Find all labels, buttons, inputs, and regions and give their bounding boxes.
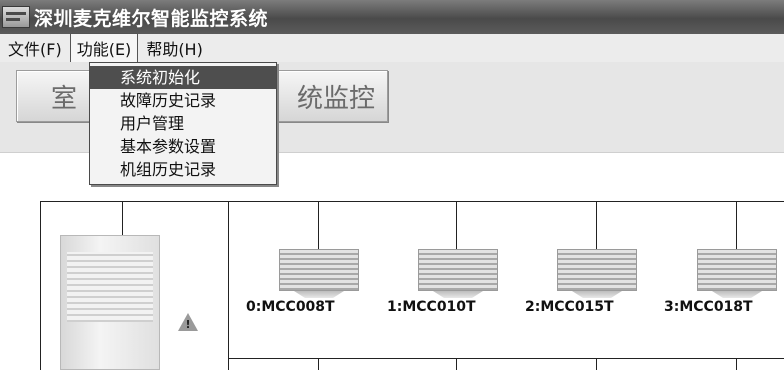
branch-line [228,201,229,370]
fan-coil-icon-3[interactable] [697,249,777,291]
fan-drop-3 [736,358,737,370]
unit-label-1: 1:MCC010T [387,299,476,315]
system-diagram: ! 0:MCC008T 1:MCC010T 2:MCC015T 3:MCC018… [0,153,784,370]
fan-connector-2 [596,201,597,249]
fan-connector-0 [318,201,319,249]
menu-item-user-management[interactable]: 用户管理 [90,112,276,135]
menu-item-basic-params[interactable]: 基本参数设置 [90,135,276,158]
title-bar: 深圳麦克维尔智能监控系统 [0,0,784,34]
window-title: 深圳麦克维尔智能监控系统 [34,7,269,30]
fan-coil-icon-2[interactable] [557,249,637,291]
function-dropdown-menu: 系统初始化 故障历史记录 用户管理 基本参数设置 机组历史记录 [89,62,277,185]
menu-bar: 文件(F) 功能(E) 帮助(H) [0,33,784,63]
warning-mark: ! [185,318,191,331]
unit-label-2: 2:MCC015T [525,299,614,315]
fan-connector-1 [456,201,457,249]
unit-label-0: 0:MCC008T [246,299,335,315]
fan-connector-3 [736,201,737,249]
fan-drop-1 [456,358,457,370]
system-monitor-button[interactable]: 统监控 [262,70,388,122]
unit-connector [122,201,123,237]
outdoor-unit-image[interactable] [60,235,160,370]
fan-drop-2 [596,358,597,370]
app-icon [2,6,30,28]
top-bus-line [40,201,784,202]
menu-item-fault-history[interactable]: 故障历史记录 [90,89,276,112]
menu-function[interactable]: 功能(E) [69,33,139,63]
menu-item-system-init[interactable]: 系统初始化 [90,66,276,89]
bottom-bus-line [228,358,784,359]
menu-help[interactable]: 帮助(H) [140,34,209,62]
unit-label-3: 3:MCC018T [664,299,753,315]
menu-file[interactable]: 文件(F) [2,34,68,62]
menu-item-unit-history[interactable]: 机组历史记录 [90,158,276,181]
fan-coil-icon-0[interactable] [279,249,359,291]
left-frame-line [40,201,41,370]
unit-grille [67,252,153,322]
fan-coil-icon-1[interactable] [418,249,498,291]
fan-drop-0 [318,358,319,370]
